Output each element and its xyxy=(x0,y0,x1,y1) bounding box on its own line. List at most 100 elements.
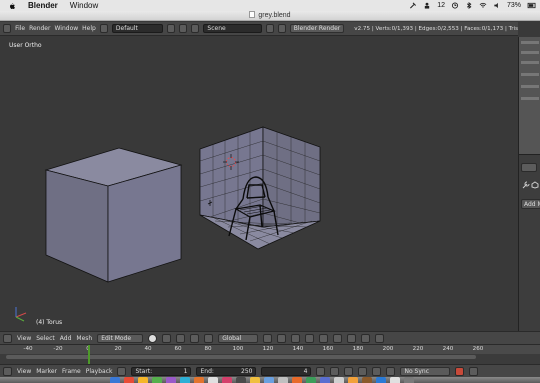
menu-file[interactable]: File xyxy=(15,25,25,32)
dock-app-icon[interactable] xyxy=(334,377,344,383)
menubar-app-name[interactable]: Blender xyxy=(28,1,58,10)
menu-render[interactable]: Render xyxy=(29,25,50,32)
proportional-editing-icon[interactable] xyxy=(319,333,329,343)
scene-field[interactable]: Scene xyxy=(203,24,262,33)
volume-icon[interactable] xyxy=(493,2,501,9)
render-engine-dropdown[interactable]: Blender Render xyxy=(289,24,345,33)
dock-app-icon[interactable] xyxy=(138,377,148,383)
dock-app-icon[interactable] xyxy=(180,377,190,383)
jump-end-icon[interactable] xyxy=(386,366,396,376)
menu-select[interactable]: Select xyxy=(36,335,55,342)
room-corner-object[interactable] xyxy=(199,126,321,250)
outliner-row[interactable] xyxy=(521,41,539,44)
record-icon[interactable] xyxy=(117,366,127,376)
dock-app-icon[interactable] xyxy=(250,377,260,383)
3d-viewport[interactable]: User Ortho (4) Torus xyxy=(0,37,518,331)
menu-frame[interactable]: Frame xyxy=(62,368,81,375)
viewport-canvas[interactable] xyxy=(0,37,518,331)
next-keyframe-icon[interactable] xyxy=(372,366,382,376)
limit-selection-icon[interactable] xyxy=(305,333,315,343)
dock-app-icon[interactable] xyxy=(306,377,316,383)
edge-select-icon[interactable] xyxy=(277,333,287,343)
battery-icon[interactable] xyxy=(527,2,537,9)
viewport-shading-icon[interactable] xyxy=(148,333,158,343)
tool-icon[interactable] xyxy=(409,2,417,9)
menu-playback[interactable]: Playback xyxy=(86,368,113,375)
person-icon[interactable] xyxy=(423,2,431,9)
snap-icon[interactable] xyxy=(333,333,343,343)
snap-target-icon[interactable] xyxy=(347,333,357,343)
screen-layout-icon[interactable] xyxy=(99,24,108,33)
outliner-strip[interactable] xyxy=(519,37,540,155)
timeline-scrollbar[interactable] xyxy=(6,355,476,359)
mode-dropdown[interactable]: Edit Mode xyxy=(97,333,144,343)
prev-keyframe-icon[interactable] xyxy=(330,366,340,376)
menu-window[interactable]: Window xyxy=(54,25,78,32)
dock-app-icon[interactable] xyxy=(236,377,246,383)
menu-mesh[interactable]: Mesh xyxy=(76,335,92,342)
wrench-icon[interactable] xyxy=(522,181,530,189)
dock-app-icon[interactable] xyxy=(124,377,134,383)
play-icon[interactable] xyxy=(358,366,368,376)
editor-type-icon[interactable] xyxy=(3,333,12,343)
screen-layout-field[interactable]: Default xyxy=(111,24,164,33)
outliner-row[interactable] xyxy=(521,61,539,64)
dock-app-icon[interactable] xyxy=(348,377,358,383)
translate-icon[interactable] xyxy=(190,333,200,343)
menu-add[interactable]: Add xyxy=(60,335,72,342)
timeline-editor[interactable]: -40 -20 0 20 40 60 80 100 120 140 160 18… xyxy=(0,344,540,364)
dock-app-icon[interactable] xyxy=(152,377,162,383)
dock-app-icon[interactable] xyxy=(264,377,274,383)
editor-type-icon[interactable] xyxy=(3,24,12,33)
dock-app-icon[interactable] xyxy=(362,377,372,383)
current-frame-field[interactable]: 4 xyxy=(261,366,312,376)
dock-app-icon[interactable] xyxy=(194,377,204,383)
dock-trash-icon[interactable] xyxy=(404,377,414,383)
bluetooth-icon[interactable] xyxy=(465,2,473,9)
menu-marker[interactable]: Marker xyxy=(36,368,57,375)
remove-layout-icon[interactable] xyxy=(179,24,188,33)
vertex-select-icon[interactable] xyxy=(263,333,273,343)
menu-view[interactable]: View xyxy=(17,335,31,342)
dock-app-icon[interactable] xyxy=(166,377,176,383)
remove-scene-icon[interactable] xyxy=(277,24,286,33)
auto-keying-icon[interactable] xyxy=(455,366,465,376)
add-modifier-button[interactable]: Add M xyxy=(521,199,540,209)
wifi-icon[interactable] xyxy=(479,2,487,9)
outliner-row[interactable] xyxy=(521,97,539,100)
play-reverse-icon[interactable] xyxy=(344,366,354,376)
orientation-dropdown[interactable]: Global xyxy=(218,333,259,343)
playhead[interactable] xyxy=(88,345,90,364)
face-select-icon[interactable] xyxy=(291,333,301,343)
timeline-ruler[interactable]: -40 -20 0 20 40 60 80 100 120 140 160 18… xyxy=(0,345,540,354)
menubar-status-number[interactable]: 12 xyxy=(437,2,445,9)
sync-dropdown[interactable]: No Sync xyxy=(400,366,451,376)
render-preview-icon[interactable] xyxy=(361,333,371,343)
menu-view[interactable]: View xyxy=(17,368,31,375)
dock-app-icon[interactable] xyxy=(110,377,120,383)
dock-app-icon[interactable] xyxy=(278,377,288,383)
dock-app-icon[interactable] xyxy=(222,377,232,383)
outliner-row[interactable] xyxy=(521,85,539,88)
object-data-icon[interactable] xyxy=(531,181,539,189)
scene-icon[interactable] xyxy=(191,24,200,33)
outliner-row[interactable] xyxy=(521,73,539,76)
menubar-window-menu[interactable]: Window xyxy=(70,1,98,10)
outliner-row[interactable] xyxy=(521,51,539,54)
start-frame-field[interactable]: Start: 1 xyxy=(131,366,192,376)
dock-app-icon[interactable] xyxy=(320,377,330,383)
timeline-track[interactable] xyxy=(0,354,540,364)
menu-help[interactable]: Help xyxy=(82,25,96,32)
dock-app-icon[interactable] xyxy=(292,377,302,383)
clock-icon[interactable] xyxy=(451,2,459,9)
rotate-icon[interactable] xyxy=(204,333,214,343)
add-scene-icon[interactable] xyxy=(265,24,274,33)
apple-icon[interactable] xyxy=(8,2,16,10)
camera-render-icon[interactable] xyxy=(375,333,385,343)
pivot-point-icon[interactable] xyxy=(162,333,172,343)
add-layout-icon[interactable] xyxy=(167,24,176,33)
battery-percent[interactable]: 73% xyxy=(507,2,521,9)
manipulator-icon[interactable] xyxy=(176,333,186,343)
dock-app-icon[interactable] xyxy=(376,377,386,383)
editor-type-icon[interactable] xyxy=(3,366,12,376)
